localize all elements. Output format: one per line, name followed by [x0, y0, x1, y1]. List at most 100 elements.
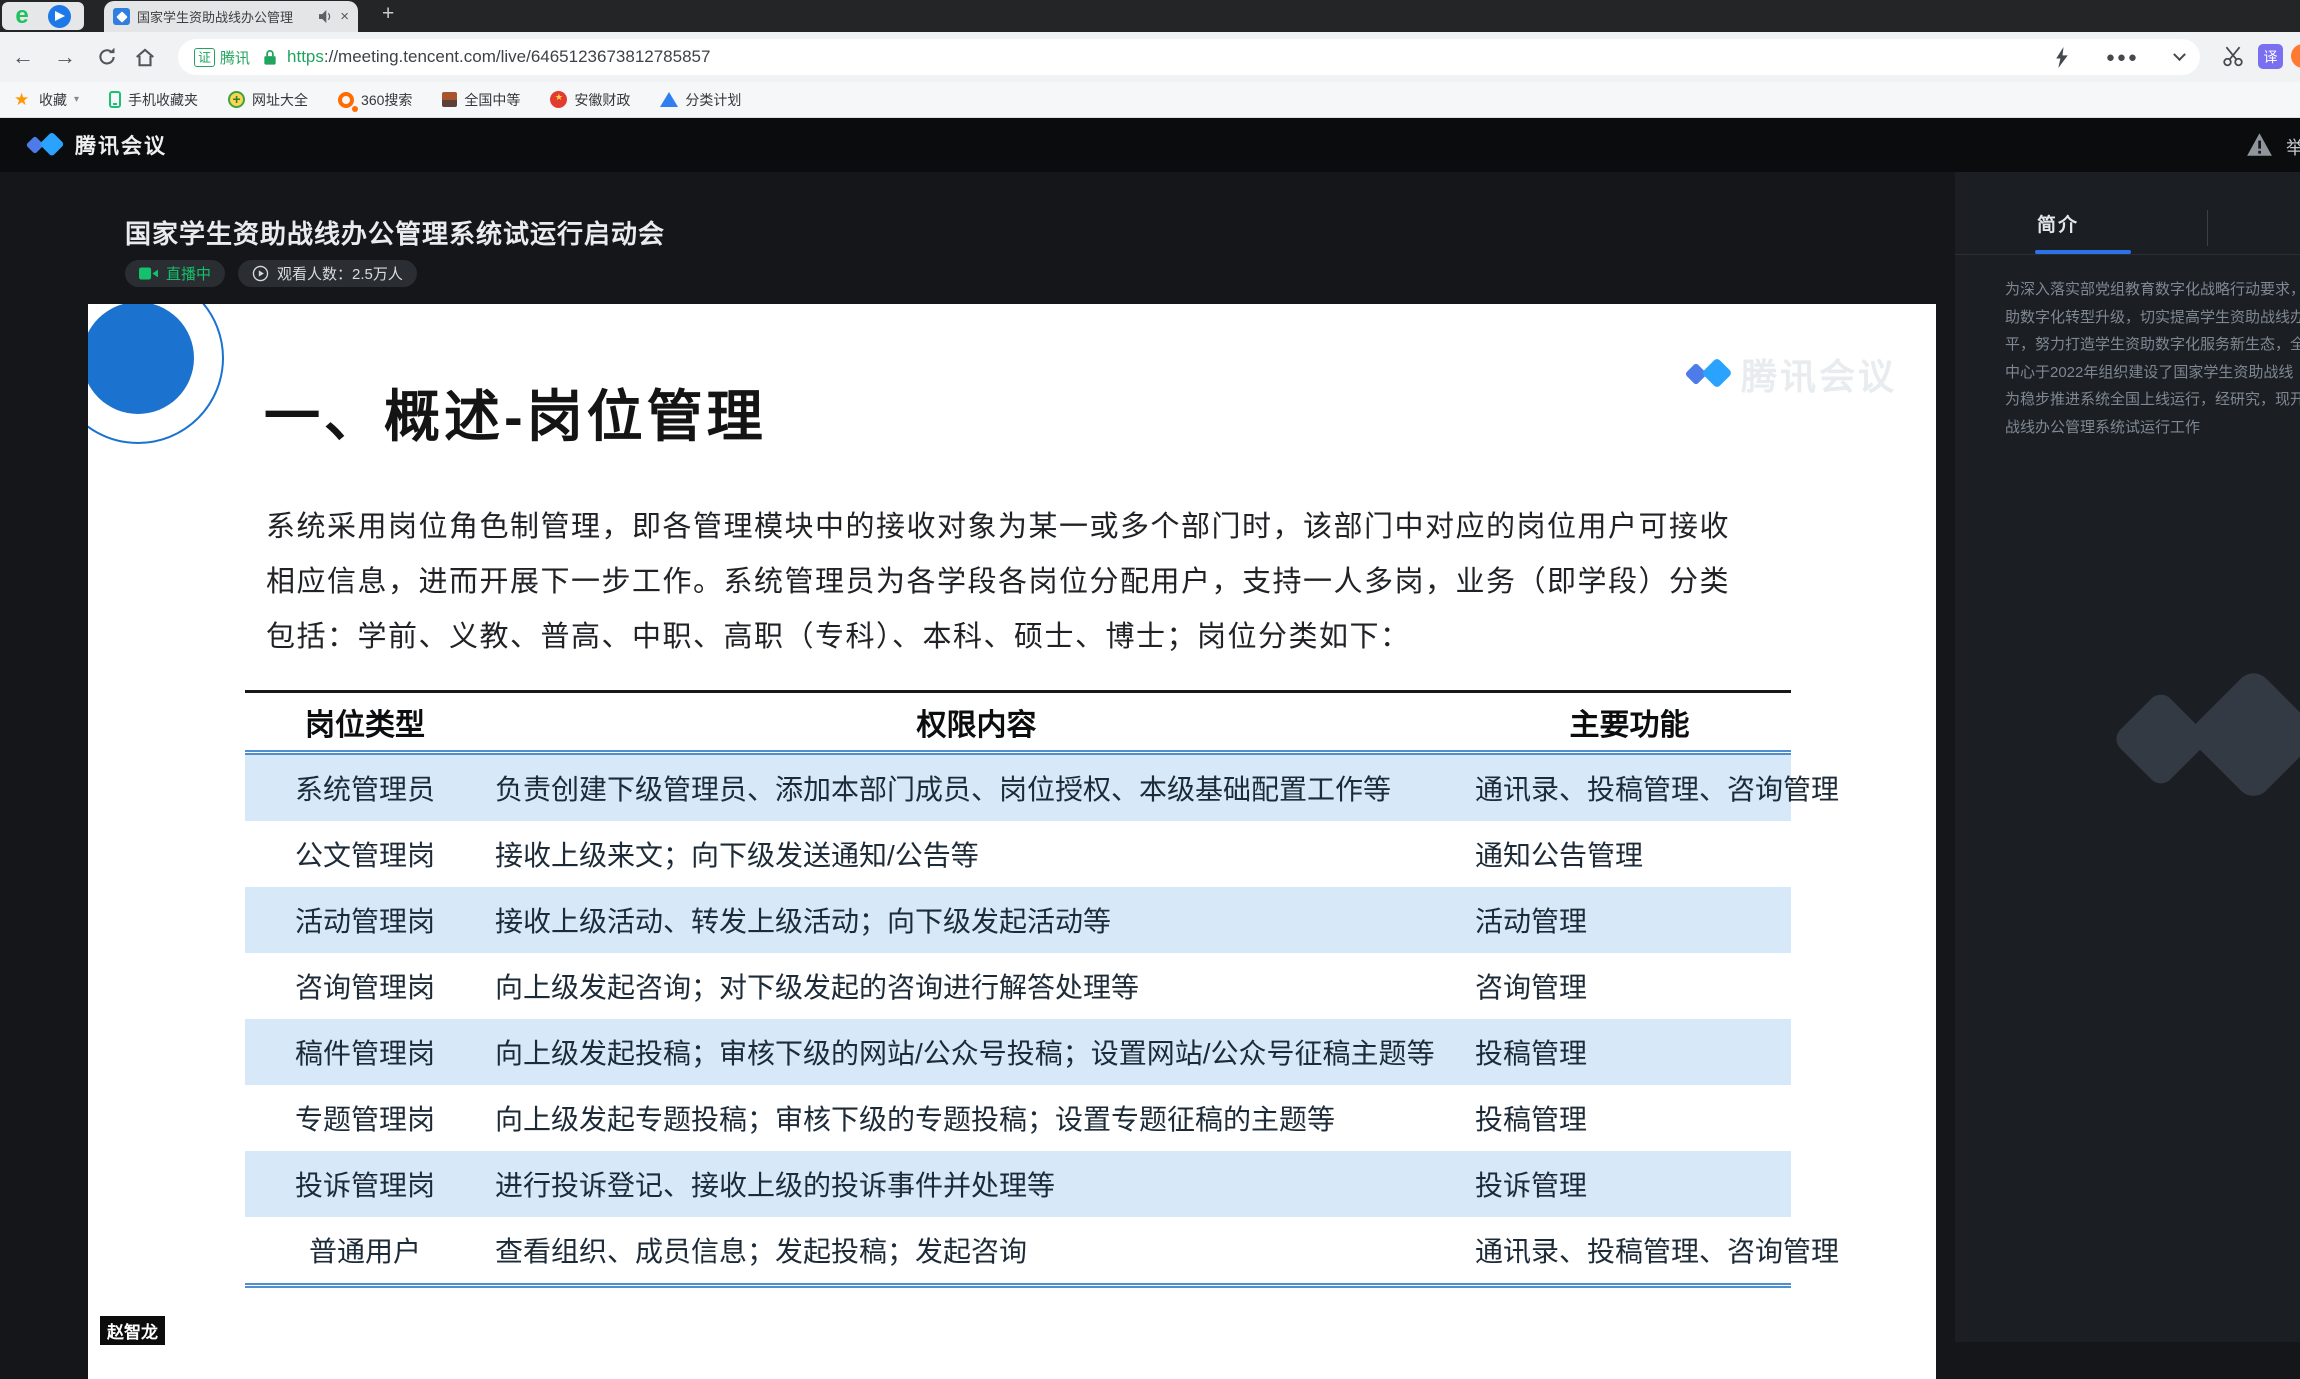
table-cell: 投诉管理 [1468, 1164, 1791, 1204]
table-cell: 活动管理岗 [245, 900, 485, 940]
lightning-icon[interactable] [2055, 47, 2070, 68]
bookmark-item[interactable]: 收藏▾ [14, 90, 79, 110]
bookmark-label: 安徽财政 [574, 90, 630, 110]
browser-logo-icon[interactable]: e [15, 4, 28, 28]
table-cell: 通讯录、投稿管理、咨询管理 [1468, 768, 1791, 808]
home-icon[interactable] [134, 46, 156, 68]
bookmark-item[interactable]: 手机收藏夹 [109, 90, 198, 110]
extension-icon[interactable] [2291, 44, 2300, 68]
report-warning-icon[interactable] [2246, 132, 2273, 157]
table-header: 主要功能 [1468, 700, 1791, 744]
presenter-name-tag: 赵智龙 [100, 1316, 165, 1345]
table-cell: 活动管理 [1468, 900, 1791, 940]
table-cell: 专题管理岗 [245, 1098, 485, 1138]
stream-title: 国家学生资助战线办公管理系统试运行启动会 [125, 214, 665, 251]
table-cell: 投稿管理 [1468, 1032, 1791, 1072]
tab-favicon-icon [113, 8, 130, 25]
tencent-meeting-logo-icon [22, 131, 64, 159]
bookmark-item[interactable]: 全国中等 [442, 90, 520, 110]
emblem-mini-icon [442, 92, 457, 107]
address-bar[interactable]: 证 腾讯 https://meeting.tencent.com/live/64… [178, 39, 2200, 75]
table-cell: 稿件管理岗 [245, 1032, 485, 1072]
translate-icon[interactable]: 译 [2258, 44, 2283, 69]
url-scheme: https [287, 47, 324, 66]
live-label: 直播中 [166, 263, 211, 284]
roles-table: 岗位类型 权限内容 主要功能 系统管理员负责创建下级管理员、添加本部门成员、岗位… [245, 690, 1791, 1288]
browser-assistant-icon[interactable] [48, 5, 71, 28]
new-tab-button[interactable]: + [382, 2, 394, 26]
table-row: 普通用户查看组织、成员信息；发起投稿；发起咨询通讯录、投稿管理、咨询管理 [245, 1217, 1791, 1283]
url-text[interactable]: https://meeting.tencent.com/live/6465123… [287, 47, 710, 67]
bookmark-item[interactable]: 分类计划 [660, 90, 741, 110]
paragraph-line: 系统采用岗位角色制管理，即各管理模块中的接收对象为某一或多个部门时，该部门中对应… [266, 500, 1730, 555]
camera-icon [139, 267, 158, 280]
more-menu-icon[interactable]: ●●● [2106, 49, 2139, 66]
browser-tab[interactable]: 国家学生资助战线办公管理 × [104, 1, 358, 32]
brand-title: 腾讯会议 [75, 130, 167, 160]
back-icon[interactable]: ← [12, 44, 34, 70]
bookmark-label: 全国中等 [464, 90, 520, 110]
table-cell: 进行投诉登记、接收上级的投诉事件并处理等 [485, 1164, 1468, 1204]
table-row: 系统管理员负责创建下级管理员、添加本部门成员、岗位授权、本级基础配置工作等通讯录… [245, 755, 1791, 821]
site-cert-name: 腾讯 [220, 47, 250, 68]
bookmark-label: 收藏 [39, 90, 67, 110]
tab-close-icon[interactable]: × [340, 9, 349, 24]
table-cell: 投诉管理岗 [245, 1164, 485, 1204]
table-cell: 系统管理员 [245, 768, 485, 808]
table-cell: 投稿管理 [1468, 1098, 1791, 1138]
lock-icon[interactable] [263, 49, 277, 66]
tab-divider [2207, 210, 2208, 246]
slide-watermark: 腾讯会议 [1680, 348, 1897, 400]
site-cert-badge[interactable]: 证 [194, 48, 215, 67]
table-row: 投诉管理岗进行投诉登记、接收上级的投诉事件并处理等投诉管理 [245, 1151, 1791, 1217]
paragraph-line: 包括：学前、义教、普高、中职、高职（专科）、本科、硕士、博士；岗位分类如下： [266, 610, 1730, 665]
play-circle-icon [252, 265, 269, 282]
browser-tab-strip: e 国家学生资助战线办公管理 × + [0, 0, 2300, 32]
table-cell: 通讯录、投稿管理、咨询管理 [1468, 1230, 1791, 1270]
presentation-slide[interactable]: 一、概述-岗位管理 腾讯会议 系统采用岗位角色制管理，即各管理模块中的接收对象为… [88, 304, 1936, 1379]
bookmark-label: 手机收藏夹 [128, 90, 198, 110]
audio-playing-icon[interactable] [318, 10, 333, 23]
table-header-row: 岗位类型 权限内容 主要功能 [245, 690, 1791, 750]
table-cell: 向上级发起咨询；对下级发起的咨询进行解答处理等 [485, 966, 1468, 1006]
table-cell: 通知公告管理 [1468, 834, 1791, 874]
table-cell: 咨询管理 [1468, 966, 1791, 1006]
star-orange-icon [14, 91, 32, 109]
watermark-logo-icon [1680, 357, 1732, 391]
table-header: 权限内容 [485, 700, 1468, 744]
bookmark-label: 360搜索 [361, 90, 412, 110]
table-row: 专题管理岗向上级发起专题投稿；审核下级的专题投稿；设置专题征稿的主题等投稿管理 [245, 1085, 1791, 1151]
intro-line: 平，努力打造学生资助数字化服务新生态，全 [2005, 331, 2300, 359]
circle-green-plus-icon [228, 91, 245, 108]
intro-line: 为深入落实部党组教育数字化战略行动要求， [2005, 276, 2300, 304]
table-cell: 普通用户 [245, 1230, 485, 1270]
emblem-red-icon [550, 91, 567, 108]
table-row: 咨询管理岗向上级发起咨询；对下级发起的咨询进行解答处理等咨询管理 [245, 953, 1791, 1019]
intro-line: 中心于2022年组织建设了国家学生资助战线 [2005, 359, 2300, 387]
browser-toolbar: ← → 证 腾讯 https://meeting.tencent.com/liv… [0, 32, 2300, 82]
slide-heading: 一、概述-岗位管理 [264, 372, 767, 453]
table-row: 稿件管理岗向上级发起投稿；审核下级的网站/公众号投稿；设置网站/公众号征稿主题等… [245, 1019, 1791, 1085]
table-cell: 向上级发起专题投稿；审核下级的专题投稿；设置专题征稿的主题等 [485, 1098, 1468, 1138]
bookmarks-bar: 收藏▾ 手机收藏夹 网址大全 360搜索 全国中等 安徽财政 分类计划 [0, 82, 2300, 118]
screenshot-scissors-icon[interactable] [2222, 45, 2244, 67]
tab-intro[interactable]: 简介 [2037, 210, 2079, 237]
bookmark-item[interactable]: 360搜索 [338, 90, 412, 110]
report-label[interactable]: 举 [2286, 134, 2300, 160]
chevron-down-icon[interactable] [2173, 48, 2186, 61]
forward-icon[interactable]: → [54, 44, 76, 70]
table-cell: 向上级发起投稿；审核下级的网站/公众号投稿；设置网站/公众号征稿主题等 [485, 1032, 1468, 1072]
table-cell: 接收上级来文；向下级发送通知/公告等 [485, 834, 1468, 874]
table-cell: 负责创建下级管理员、添加本部门成员、岗位授权、本级基础配置工作等 [485, 768, 1468, 808]
ring-orange-icon [338, 92, 354, 108]
tab-title: 国家学生资助战线办公管理 [137, 7, 311, 26]
live-status-badge: 直播中 [125, 260, 225, 287]
bookmark-label: 网址大全 [252, 90, 308, 110]
bookmark-item[interactable]: 网址大全 [228, 90, 308, 110]
sidebar-watermark-logo-icon [2090, 664, 2300, 814]
url-rest: ://meeting.tencent.com/live/646512367381… [324, 47, 711, 66]
bookmark-item[interactable]: 安徽财政 [550, 90, 630, 110]
viewers-badge: 观看人数：2.5万人 [238, 260, 417, 287]
table-cell: 查看组织、成员信息；发起投稿；发起咨询 [485, 1230, 1468, 1270]
refresh-icon[interactable] [96, 46, 118, 68]
